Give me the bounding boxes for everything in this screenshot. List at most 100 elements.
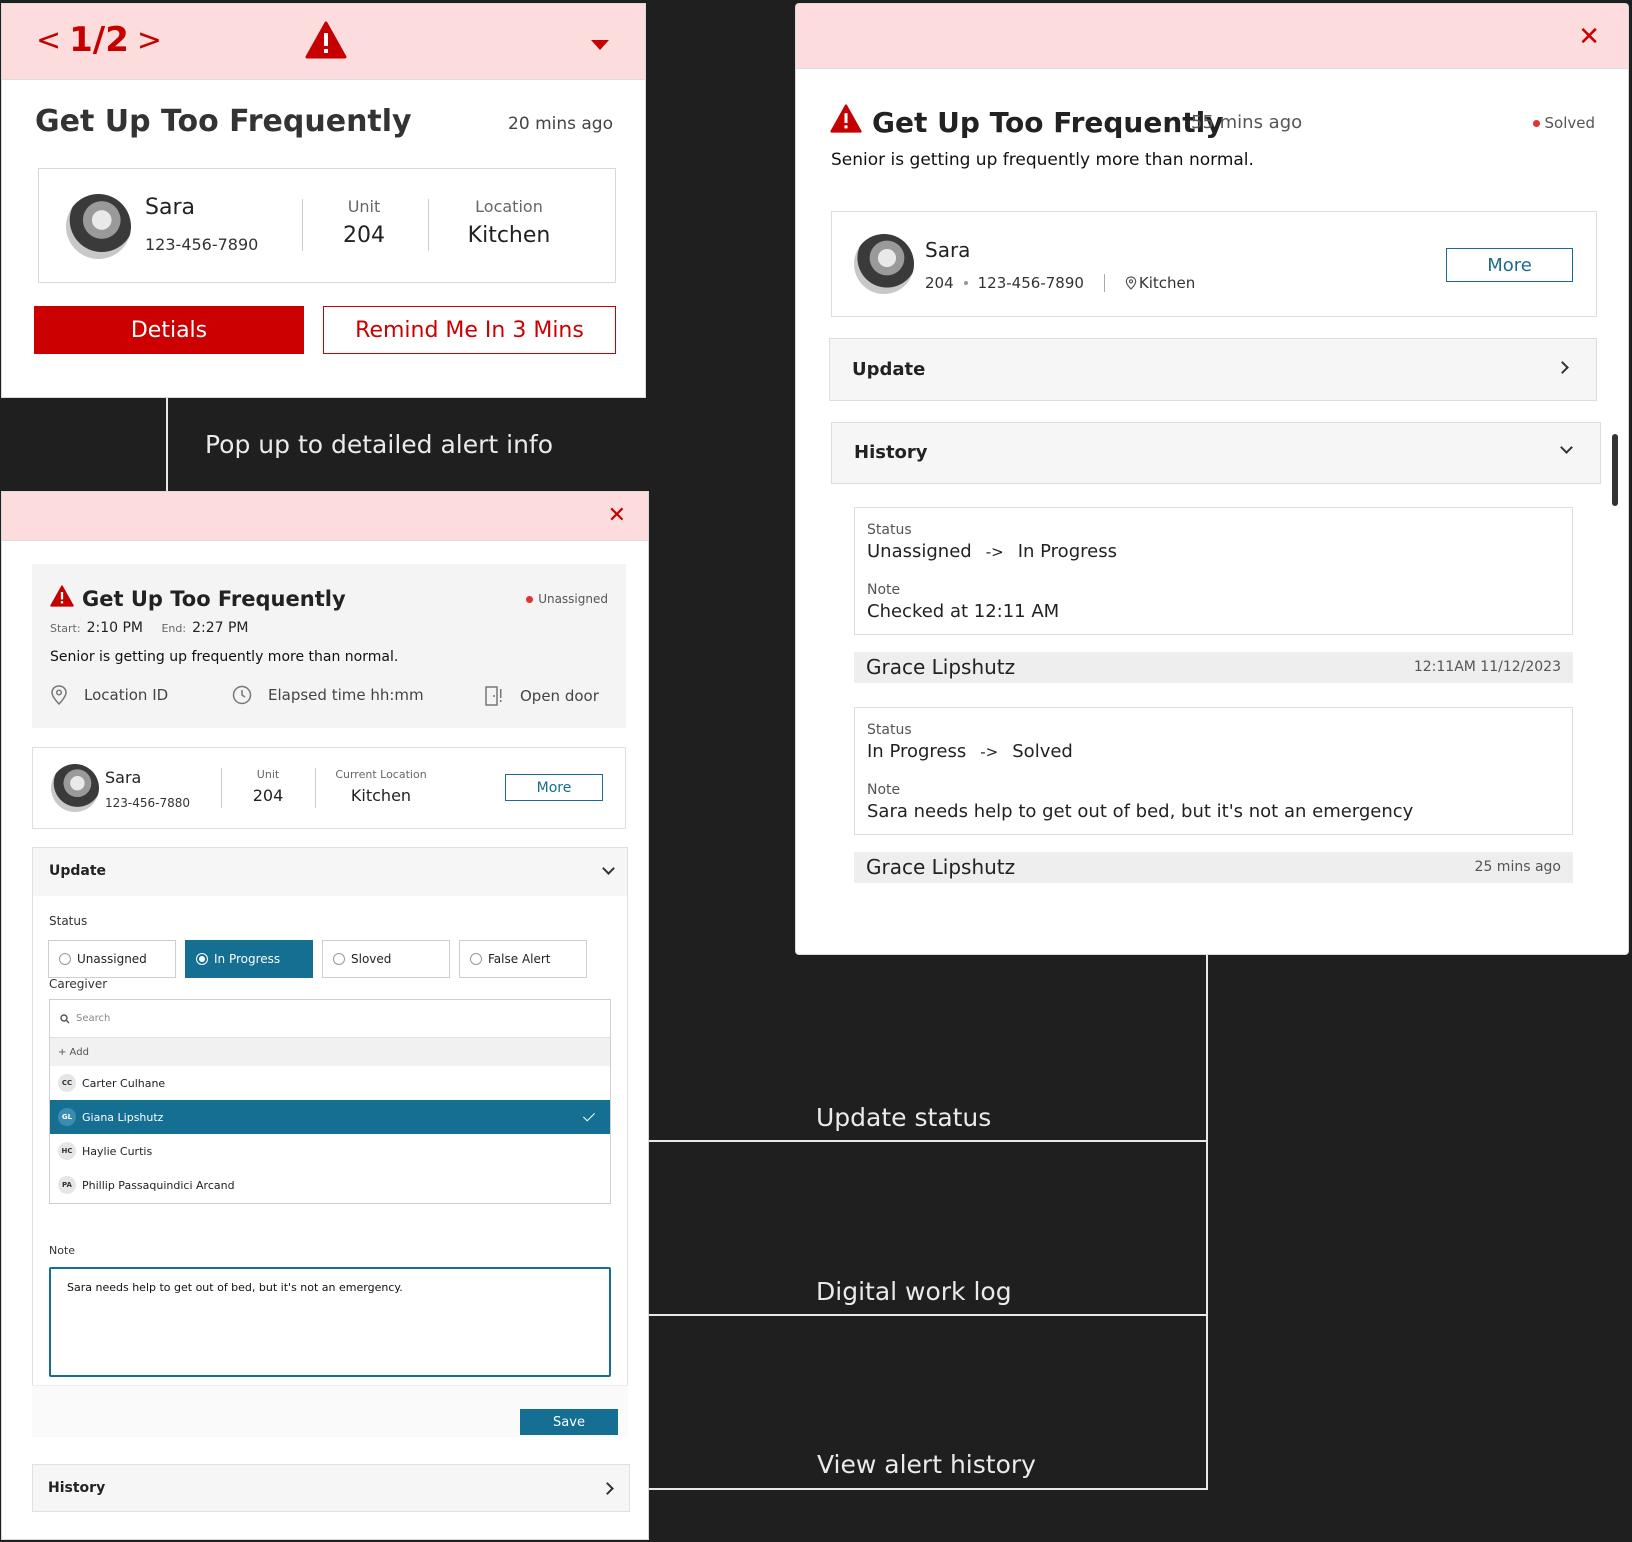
separator-dot	[963, 281, 968, 285]
caregiver-name: Grace Lipshutz	[866, 855, 1016, 879]
avatar	[51, 764, 99, 812]
alert-description: Senior is getting up frequently more tha…	[50, 649, 399, 665]
caregiver-option[interactable]: HC Haylie Curtis	[50, 1134, 610, 1168]
caregiver-name: Grace Lipshutz	[866, 655, 1016, 679]
caregiver-name: Carter Culhane	[82, 1076, 166, 1090]
caregiver-option-selected[interactable]: GL Giana Lipshutz	[50, 1100, 610, 1134]
elapsed-text: Elapsed time hh:mm	[268, 686, 424, 704]
open-door-text: Open door	[520, 687, 599, 705]
caption-view-history: View alert history	[817, 1450, 1036, 1479]
status-option-in-progress[interactable]: In Progress	[185, 940, 313, 978]
caregiver-option[interactable]: PA Phillip Passaquindici Arcand	[50, 1168, 610, 1202]
entry-note-label: Note	[867, 782, 901, 798]
history-entry-footer: Grace Lipshutz 12:11AM 11/12/2023	[854, 652, 1573, 683]
entry-status-label: Status	[867, 522, 912, 538]
alert-title-row: Get Up Too Frequently	[830, 104, 1224, 140]
status-label: Status	[49, 914, 88, 928]
location-meta: Location ID	[50, 685, 168, 705]
resident-name: Sara	[105, 768, 142, 787]
status-dot-icon	[526, 596, 534, 603]
alert-detail-panel: ✕ Get Up Too Frequently Unassigned Start…	[1, 491, 649, 1540]
search-placeholder: Search	[76, 1013, 111, 1024]
pager-count: 1/2	[69, 20, 129, 60]
avatar	[66, 194, 131, 259]
entry-timestamp: 12:11AM 11/12/2023	[1413, 659, 1561, 675]
alert-title: Get Up Too Frequently	[82, 586, 346, 611]
unit-label: Unit	[256, 768, 280, 781]
more-button[interactable]: More	[1446, 248, 1573, 282]
add-caregiver-button[interactable]: + Add	[50, 1038, 610, 1066]
warning-icon	[305, 21, 347, 59]
chevron-right-icon[interactable]	[1556, 361, 1569, 374]
location-id-text: Location ID	[84, 686, 169, 704]
status-to: In Progress	[1017, 541, 1117, 562]
status-badge: Solved	[1532, 114, 1595, 132]
warning-icon	[50, 585, 74, 612]
close-icon[interactable]: ✕	[1578, 24, 1600, 50]
divider	[302, 199, 303, 251]
history-section-header[interactable]: History	[831, 422, 1601, 484]
save-button[interactable]: Save	[520, 1409, 618, 1435]
unit-label: Unit	[347, 197, 381, 216]
resident-name: Sara	[925, 238, 971, 262]
history-entry: Status In Progress -> Solved Note Sara n…	[854, 707, 1573, 835]
remind-button[interactable]: Remind Me In 3 Mins	[323, 306, 616, 354]
search-icon	[60, 1013, 70, 1023]
alert-description: Senior is getting up frequently more tha…	[831, 150, 1254, 170]
status-option-label: In Progress	[214, 952, 281, 966]
radio-icon	[59, 953, 71, 965]
pager-prev-button[interactable]: <	[36, 23, 61, 58]
close-icon[interactable]: ✕	[608, 505, 626, 527]
start-label: Start:	[50, 622, 81, 635]
status-text: Unassigned	[538, 592, 608, 606]
chevron-down-icon[interactable]	[602, 862, 615, 875]
status-option-false-alert[interactable]: False Alert	[459, 940, 587, 978]
location-value: Kitchen	[467, 223, 551, 248]
status-from: Unassigned	[867, 541, 972, 562]
status-option-label: Sloved	[351, 952, 392, 966]
check-icon	[582, 1109, 596, 1122]
resident-phone: 123-456-7890	[145, 235, 259, 254]
location-label: Location	[475, 197, 543, 216]
location-pin-icon	[1125, 276, 1137, 290]
chevron-right-icon[interactable]	[601, 1482, 614, 1495]
history-section-header[interactable]: History	[32, 1464, 630, 1512]
initials-avatar: PA	[58, 1176, 76, 1194]
caption-work-log: Digital work log	[816, 1277, 1012, 1306]
more-button[interactable]: More	[505, 774, 603, 801]
history-entry: Status Unassigned -> In Progress Note Ch…	[854, 507, 1573, 635]
status-badge: Unassigned	[526, 592, 608, 606]
alert-history-panel: ✕ Get Up Too Frequently 55 mins ago Solv…	[795, 3, 1629, 955]
details-button[interactable]: Detials	[34, 306, 304, 354]
status-option-unassigned[interactable]: Unassigned	[48, 940, 176, 978]
update-title: Update	[49, 863, 107, 879]
detail-header: ✕	[2, 492, 648, 541]
status-from: In Progress	[867, 741, 967, 762]
chevron-down-icon[interactable]	[591, 40, 609, 50]
divider	[1103, 274, 1105, 292]
resident-location: Kitchen	[1138, 274, 1196, 292]
alert-time-ago: 20 mins ago	[508, 114, 613, 134]
caregiver-search-input[interactable]: Search	[50, 1000, 610, 1038]
history-title: History	[48, 1480, 106, 1496]
pager-next-button[interactable]: >	[137, 23, 162, 58]
arrow-icon: ->	[980, 742, 999, 761]
update-header[interactable]: Update	[33, 848, 627, 896]
divider	[221, 768, 222, 808]
resident-card: Sara 123-456-7880 Unit 204 Current Locat…	[32, 747, 626, 829]
resident-card: Sara 204 123-456-7890 Kitchen More	[831, 211, 1597, 317]
scrollbar[interactable]	[1612, 434, 1618, 506]
avatar	[854, 234, 914, 294]
update-section-header[interactable]: Update	[829, 338, 1597, 401]
resident-unit: 204	[925, 274, 954, 292]
resident-name: Sara	[145, 195, 195, 220]
connector-worklog	[649, 1314, 1208, 1316]
caregiver-option[interactable]: CC Carter Culhane	[50, 1066, 610, 1100]
chevron-down-icon[interactable]	[1560, 441, 1573, 454]
status-option-solved[interactable]: Sloved	[322, 940, 450, 978]
entry-status-change: Unassigned -> In Progress	[867, 541, 1117, 562]
history-title: History	[854, 442, 928, 463]
note-textarea[interactable]: Sara needs help to get out of bed, but i…	[49, 1267, 611, 1377]
resident-phone: 123-456-7880	[105, 796, 191, 810]
radio-icon	[333, 953, 345, 965]
